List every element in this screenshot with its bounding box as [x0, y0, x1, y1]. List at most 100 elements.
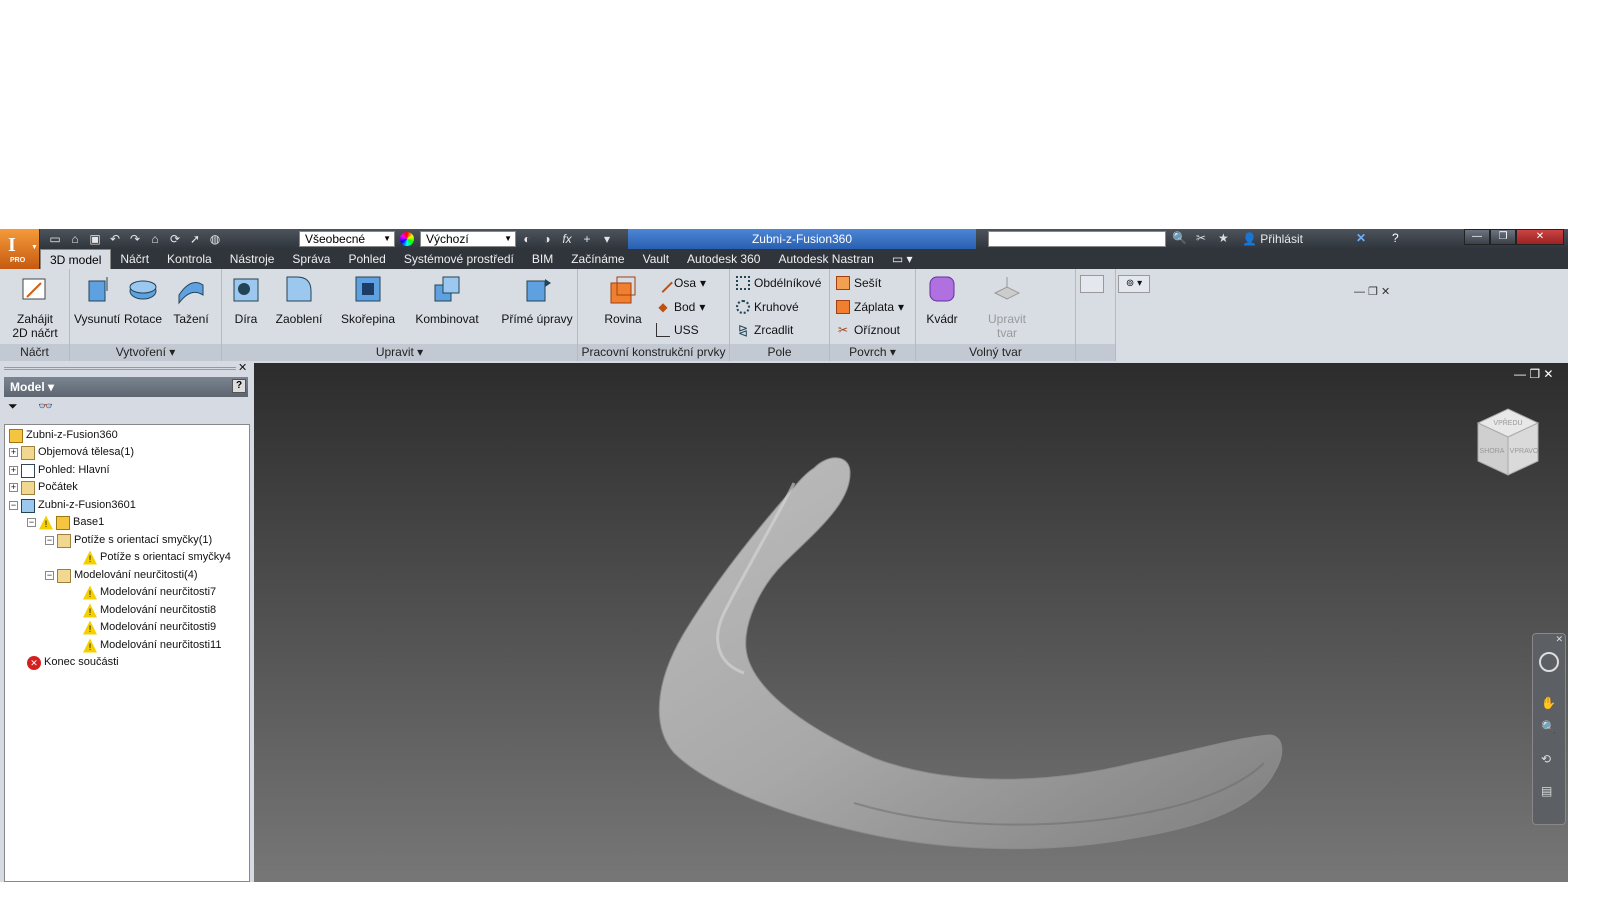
exchange-icon[interactable]: ✕ — [1356, 231, 1366, 245]
tree-node-uncertainty-8[interactable]: ! Modelování neurčitosti8 — [83, 602, 216, 619]
ribbon-minimize-icon[interactable]: ⊚ ▾ — [1118, 275, 1150, 293]
tree-node-uncertainty[interactable]: − Modelování neurčitosti(4) — [45, 567, 198, 584]
tab-environments[interactable]: Systémové prostředí — [395, 249, 523, 269]
tree-node-view[interactable]: + Pohled: Hlavní — [9, 462, 110, 479]
tab-3d-model[interactable]: 3D model — [40, 249, 112, 269]
tab-autodesk-360[interactable]: Autodesk 360 — [678, 249, 769, 269]
appearance-combo[interactable]: Výchozí ▼ — [420, 231, 516, 247]
restore-button[interactable]: ❐ — [1490, 229, 1516, 245]
tab-autodesk-nastran[interactable]: Autodesk Nastran — [769, 249, 882, 269]
sweep-button[interactable]: Tažení — [168, 273, 214, 326]
update-icon[interactable]: ⟳ — [168, 232, 182, 246]
tree-node-loop-issue-4[interactable]: ! Potíže s orientací smyčky4 — [83, 549, 231, 566]
tab-bim[interactable]: BIM — [523, 249, 562, 269]
tree-node-uncertainty-9[interactable]: ! Modelování neurčitosti9 — [83, 619, 216, 636]
tab-inspect[interactable]: Kontrola — [158, 249, 221, 269]
panel-title-modify[interactable]: Upravit ▾ — [222, 344, 577, 361]
minimize-button[interactable]: — — [1464, 229, 1490, 245]
revolve-button[interactable]: Rotace — [122, 273, 164, 326]
orbit-icon[interactable]: ⟲ — [1541, 752, 1551, 766]
search-input[interactable] — [988, 231, 1166, 247]
plus-icon[interactable]: + — [580, 232, 594, 246]
open-icon[interactable]: ⌂ — [68, 232, 82, 246]
edit-form-button[interactable]: Upravit tvar — [982, 273, 1032, 340]
plane-button[interactable]: Rovina — [600, 273, 646, 326]
appearance-icon[interactable] — [400, 232, 414, 246]
home-icon[interactable]: ⌂ — [148, 232, 162, 246]
tab-tools[interactable]: Nástroje — [221, 249, 284, 269]
application-menu-button[interactable]: I PRO ▼ — [0, 229, 40, 269]
box-button[interactable]: Kvádr — [922, 273, 962, 326]
circular-pattern-button[interactable]: Kruhové — [736, 299, 799, 315]
tree-node-solid-bodies[interactable]: + Objemová tělesa(1) — [9, 444, 134, 461]
help-icon[interactable]: ? — [1392, 231, 1399, 245]
plugin-icon[interactable] — [1080, 275, 1104, 293]
collapse-icon[interactable]: − — [27, 518, 36, 527]
steering-wheel-icon[interactable] — [1539, 652, 1559, 672]
zoom-icon[interactable]: 🔍 — [1541, 720, 1556, 734]
shell-button[interactable]: Skořepina — [340, 273, 396, 326]
patch-button[interactable]: Záplata ▾ — [836, 299, 904, 315]
redo-icon[interactable]: ↷ — [128, 232, 142, 246]
look-at-icon[interactable]: ▤ — [1541, 784, 1552, 798]
undo-icon[interactable]: ↶ — [108, 232, 122, 246]
star-icon[interactable]: ★ — [1218, 231, 1229, 245]
tree-node-uncertainty-7[interactable]: ! Modelování neurčitosti7 — [83, 584, 216, 601]
close-icon[interactable]: ✕ — [1555, 634, 1563, 645]
new-icon[interactable]: ▭ — [48, 232, 62, 246]
collapse-icon[interactable]: − — [45, 571, 54, 580]
tab-vault[interactable]: Vault — [634, 249, 678, 269]
tree-node-loop-issues[interactable]: − Potíže s orientací smyčky(1) — [45, 532, 212, 549]
tree-node-base1[interactable]: −! Base1 — [27, 514, 104, 531]
start-2d-sketch-button[interactable]: Zahájit 2D náčrt — [6, 273, 64, 340]
tree-node-uncertainty-11[interactable]: ! Modelování neurčitosti11 — [83, 637, 221, 654]
tab-view[interactable]: Pohled — [339, 249, 394, 269]
clear-appearance-icon[interactable]: ◑ — [540, 232, 554, 246]
panel-title-create[interactable]: Vytvoření ▾ — [70, 344, 221, 361]
ribbon-options-icon[interactable]: ▭ ▾ — [883, 249, 922, 269]
help-icon[interactable]: ? — [232, 379, 246, 393]
browser-header[interactable]: Model ▾ ? — [4, 377, 248, 397]
combine-button[interactable]: Kombinovat — [412, 273, 482, 326]
expand-icon[interactable]: + — [9, 483, 18, 492]
extrude-button[interactable]: Vysunutí — [74, 273, 120, 326]
collapse-icon[interactable]: − — [45, 536, 54, 545]
tab-get-started[interactable]: Začínáme — [562, 249, 633, 269]
binoculars-icon[interactable]: 👓 — [38, 399, 53, 413]
axis-button[interactable]: Osa ▾ — [653, 273, 706, 293]
function-icon[interactable]: fx — [560, 232, 574, 246]
tab-manage[interactable]: Správa — [283, 249, 339, 269]
ucs-button[interactable]: USS — [656, 322, 699, 338]
collapse-icon[interactable]: − — [9, 501, 18, 510]
stitch-button[interactable]: Sešít — [836, 275, 881, 291]
direct-edit-button[interactable]: Přímé úpravy — [500, 273, 574, 326]
color-wheel-icon[interactable]: ◍ — [208, 232, 222, 246]
search-icon[interactable]: 🔍 — [1172, 231, 1187, 245]
adjust-icon[interactable]: ◐ — [520, 232, 534, 246]
tree-node-origin[interactable]: + Počátek — [9, 479, 78, 496]
hole-button[interactable]: Díra — [226, 273, 266, 326]
close-button[interactable]: ✕ — [1516, 229, 1564, 245]
tab-sketch[interactable]: Náčrt — [111, 249, 158, 269]
material-combo[interactable]: Všeobecné ▼ — [299, 231, 395, 247]
subscription-icon[interactable]: ✂ — [1196, 231, 1206, 245]
tree-node-base-feature[interactable]: − Zubni-z-Fusion3601 — [9, 497, 136, 514]
pan-icon[interactable]: ✋ — [1541, 696, 1556, 710]
graphics-viewport[interactable]: — ❐ ✕ VPŘEDU SHORA VPRAVO ✕ ✋ 🔍 ⟲ ▤ — [254, 363, 1568, 882]
panel-title-surface[interactable]: Povrch ▾ — [830, 344, 915, 361]
save-icon[interactable]: ▣ — [88, 232, 102, 246]
point-button[interactable]: ◆ Bod ▾ — [656, 299, 705, 315]
expand-icon[interactable]: + — [9, 466, 18, 475]
trim-button[interactable]: ✂ Oříznout — [836, 322, 900, 338]
expand-icon[interactable]: + — [9, 448, 18, 457]
rectangular-pattern-button[interactable]: Obdélníkové — [736, 275, 821, 291]
select-icon[interactable]: ➚ — [188, 232, 202, 246]
mirror-button[interactable]: ⧎ Zrcadlit — [736, 322, 793, 338]
tree-node-end-of-part[interactable]: ✕ Konec součásti — [27, 654, 119, 671]
dental-model[interactable] — [254, 363, 1568, 882]
close-icon[interactable]: ✕ — [238, 361, 247, 374]
customize-icon[interactable]: ▾ — [600, 232, 614, 246]
fillet-button[interactable]: Zaoblení — [274, 273, 324, 326]
inner-minimize-icon[interactable]: — ❐ ✕ — [1354, 285, 1390, 298]
browser-grip[interactable] — [4, 367, 236, 370]
